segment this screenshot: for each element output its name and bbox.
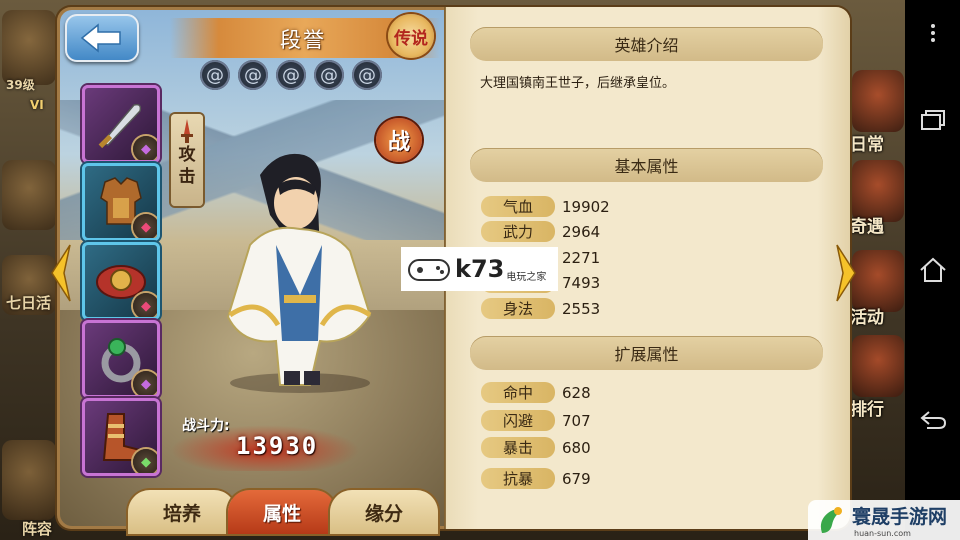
equip-slot-weapon[interactable]: ◆ (82, 85, 160, 163)
stat-value-force: 2964 (562, 223, 601, 241)
power-label: 战斗力: (182, 418, 230, 434)
swirl-star-icon: @ (200, 60, 230, 90)
recent-apps-icon[interactable] (905, 95, 960, 145)
activity-label: 活动 (850, 308, 884, 328)
stat-value-4: 7493 (562, 274, 601, 292)
back-arrow-icon (80, 23, 121, 53)
stat-value-crit-resist: 679 (562, 470, 591, 488)
android-nav-bar (905, 0, 960, 540)
equip-slot-armor[interactable]: ◆ (82, 163, 160, 241)
stat-value-hp: 19902 (562, 198, 610, 216)
hero-intro-header: 英雄介绍 (470, 27, 823, 61)
stat-value-agility: 2553 (562, 300, 601, 318)
swirl-star-icon: @ (238, 60, 268, 90)
site-logo: 寰晟手游网 huan-sun.com (808, 500, 960, 540)
lineup-label: 阵容 (22, 520, 53, 538)
gem-purple-icon: ◆ (133, 136, 157, 160)
stat-label-force: 武力 (481, 221, 555, 242)
hero-bio: 大理国镇南王世子，后继承皇位。 (480, 76, 676, 91)
swirl-star-icon: @ (276, 60, 306, 90)
stat-value-hit: 628 (562, 384, 591, 402)
back-button[interactable] (65, 14, 139, 62)
prev-hero-arrow[interactable] (49, 242, 73, 304)
seven-day-label: 七日活 (6, 294, 52, 312)
next-hero-arrow[interactable] (834, 242, 858, 304)
back-nav-icon[interactable] (905, 395, 960, 445)
power-value: 13930 (236, 432, 319, 460)
gamepad-icon (408, 259, 450, 281)
basic-attributes-header: 基本属性 (470, 148, 823, 182)
ranking-label: 排行 (850, 400, 884, 420)
gem-red-icon: ◆ (133, 293, 157, 317)
role-tag-label: 攻击 (178, 145, 196, 187)
tab-cultivate[interactable]: 培养 (128, 490, 236, 534)
rarity-badge: 传说 (388, 14, 434, 58)
stat-label-hp: 气血 (481, 196, 555, 217)
stat-label-hit: 命中 (481, 382, 555, 403)
tab-attributes[interactable]: 属性 (228, 490, 336, 534)
equip-slot-belt[interactable]: ◆ (82, 242, 160, 320)
equip-slot-ring[interactable]: ◆ (82, 320, 160, 398)
k73-watermark: k73 电玩之家 (401, 247, 558, 291)
stat-label-dodge: 闪避 (481, 410, 555, 431)
dagger-icon (181, 119, 193, 143)
stat-value-3: 2271 (562, 249, 601, 267)
k73-subtext: 电玩之家 (506, 271, 547, 283)
k73-text: k73 (455, 255, 505, 283)
daily-icon[interactable] (852, 70, 904, 132)
extended-attributes-header: 扩展属性 (470, 336, 823, 370)
stat-value-crit: 680 (562, 439, 591, 457)
lineup-icon[interactable] (2, 440, 56, 520)
tab-fate[interactable]: 缘分 (330, 490, 438, 534)
swirl-star-icon: @ (352, 60, 382, 90)
player-avatar[interactable] (2, 10, 56, 85)
more-menu-icon[interactable] (905, 8, 960, 58)
swirl-star-icon: @ (314, 60, 344, 90)
stat-label-crit: 暴击 (481, 437, 555, 458)
stat-value-dodge: 707 (562, 412, 591, 430)
star-rating: @ @ @ @ @ (200, 60, 382, 90)
hero-portrait (200, 145, 400, 395)
logo-mark-icon (820, 507, 842, 533)
site-logo-url: huan-sun.com (854, 529, 911, 538)
ranking-icon[interactable] (852, 335, 904, 397)
daily-label: 日常 (850, 135, 884, 155)
home-icon[interactable] (905, 245, 960, 295)
player-level-badge: 39级 (6, 78, 35, 92)
stat-label-crit-resist: 抗暴 (481, 468, 555, 489)
stat-label-agility: 身法 (481, 298, 555, 319)
site-logo-text: 寰晟手游网 (852, 506, 948, 528)
role-tag: 攻击 (171, 114, 203, 206)
adventure-label: 奇遇 (850, 217, 884, 237)
bg-event-icon[interactable] (2, 160, 56, 230)
hero-name: 段誉 (280, 28, 326, 52)
chevron-right-icon (836, 244, 856, 302)
gem-green-icon: ◆ (133, 449, 157, 473)
gem-red-icon: ◆ (133, 214, 157, 238)
vip-badge: VI (30, 98, 44, 112)
chevron-left-icon (51, 244, 71, 302)
gem-purple-icon: ◆ (133, 371, 157, 395)
equip-slot-boots[interactable]: ◆ (82, 398, 160, 476)
